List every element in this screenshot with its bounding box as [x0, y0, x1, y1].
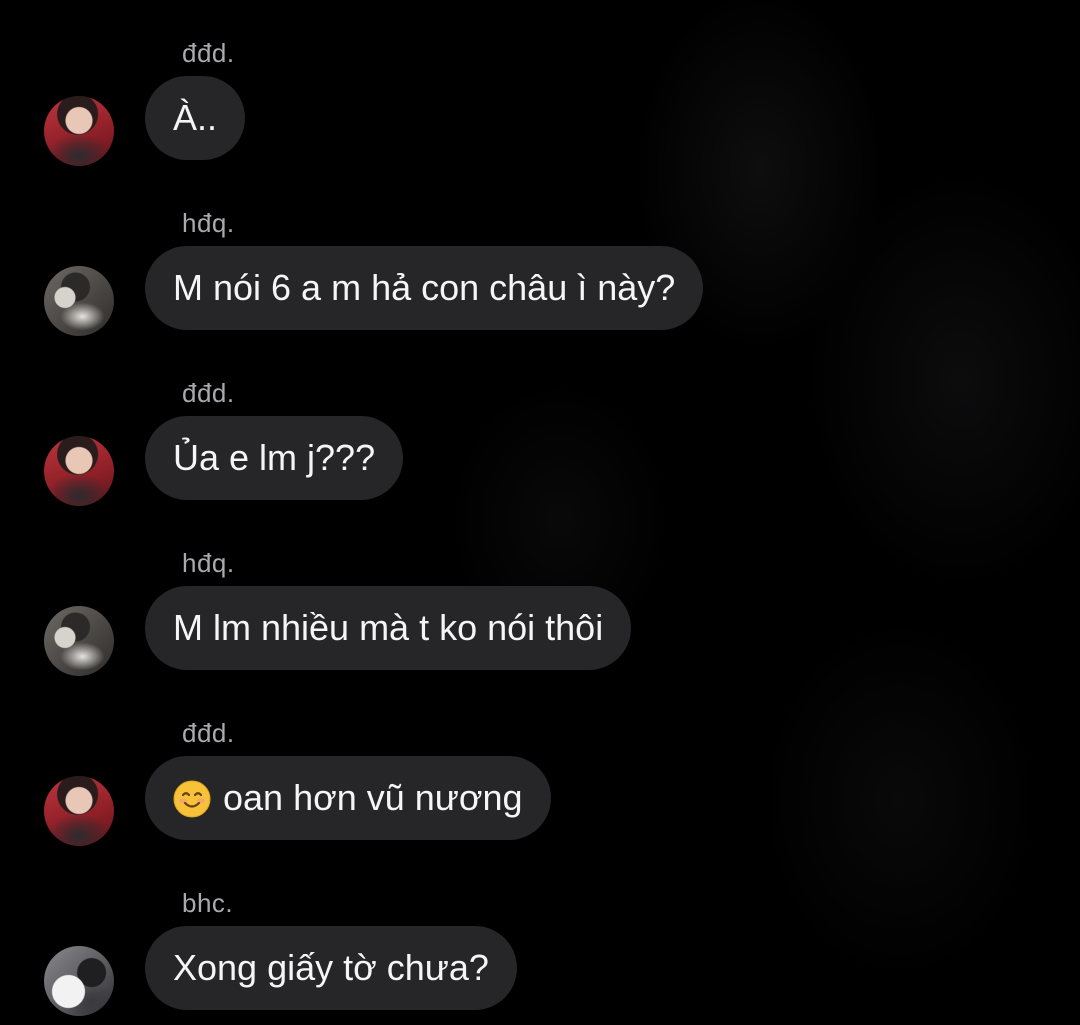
- message-bubble[interactable]: M lm nhiều mà t ko nói thôi: [145, 586, 632, 670]
- message-bubble[interactable]: À..: [145, 76, 246, 160]
- sender-name: đđd.: [182, 378, 235, 408]
- sender-name: đđd.: [182, 718, 235, 748]
- message-group: đđd. À..: [0, 0, 1080, 170]
- avatar[interactable]: [44, 436, 114, 506]
- message-bubble[interactable]: oan hơn vũ nương: [145, 756, 551, 840]
- message-text: Xong giấy tờ chưa?: [173, 947, 489, 988]
- message-text: À..: [173, 97, 218, 138]
- message-text: M lm nhiều mà t ko nói thôi: [173, 607, 604, 648]
- message-text: Ủa e lm j???: [173, 437, 376, 478]
- message-group: đđd. oan hơn vũ nương: [0, 680, 1080, 850]
- message-bubble[interactable]: M nói 6 a m hả con châu ì này?: [145, 246, 704, 330]
- smiling-face-emoji-icon: [173, 780, 211, 818]
- message-group: hđq. M nói 6 a m hả con châu ì này?: [0, 170, 1080, 340]
- message-bubble[interactable]: Xong giấy tờ chưa?: [145, 926, 517, 1010]
- sender-name: hđq.: [182, 208, 235, 238]
- chat-thread[interactable]: đđd. À.. hđq. M nói 6 a m hả con châu ì …: [0, 0, 1080, 1025]
- sender-name: bhc.: [182, 888, 234, 918]
- sender-name: hđq.: [182, 548, 235, 578]
- message-group: hđq. M lm nhiều mà t ko nói thôi: [0, 510, 1080, 680]
- message-text: M nói 6 a m hả con châu ì này?: [173, 267, 676, 308]
- avatar[interactable]: [44, 776, 114, 846]
- message-text: oan hơn vũ nương: [223, 777, 523, 818]
- message-bubble[interactable]: Ủa e lm j???: [145, 416, 404, 500]
- avatar[interactable]: [44, 606, 114, 676]
- sender-name: đđd.: [182, 38, 235, 68]
- avatar[interactable]: [44, 266, 114, 336]
- message-group: đđd. Ủa e lm j???: [0, 340, 1080, 510]
- avatar[interactable]: [44, 946, 114, 1016]
- message-group: bhc. Xong giấy tờ chưa?: [0, 850, 1080, 1020]
- avatar[interactable]: [44, 96, 114, 166]
